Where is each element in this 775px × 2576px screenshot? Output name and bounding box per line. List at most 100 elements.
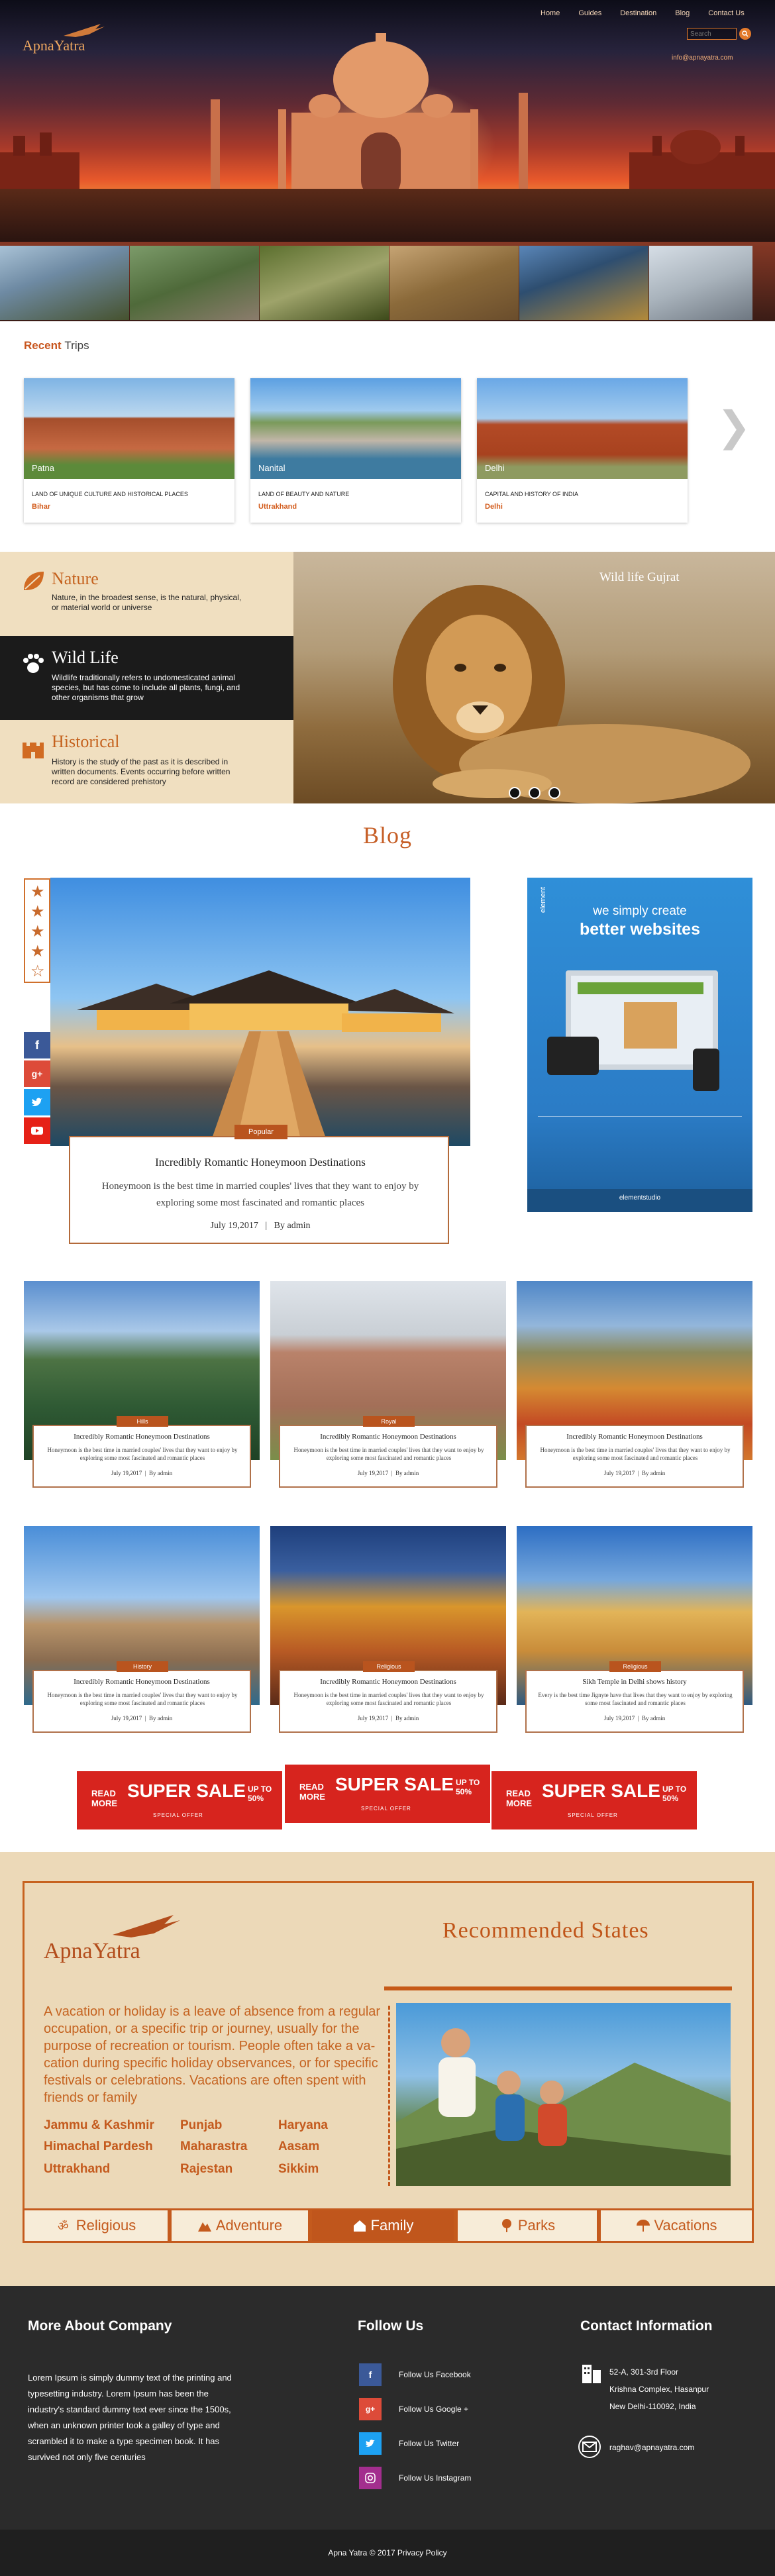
state-link[interactable]: Rajestan [180,2162,232,2177]
header-email[interactable]: info@apnayatra.com [672,54,733,62]
post-excerpt: Honeymoon is the best time in married co… [47,1447,238,1461]
slider-dot-3[interactable] [548,787,560,799]
tab-adventure[interactable]: Adventure [170,2208,310,2243]
nav-home[interactable]: Home [541,9,560,17]
slider-dot-1[interactable] [509,787,521,799]
post-title[interactable]: Incredibly Romantic Honeymoon Destinatio… [34,1433,250,1441]
svg-text:ॐ: ॐ [58,2220,68,2233]
category-body: Nature, in the broadest sense, is the na… [52,593,242,612]
state-link[interactable]: Punjab [180,2118,222,2133]
tab-label: Family [370,2217,414,2234]
youtube-share-icon[interactable] [24,1117,50,1144]
leaf-icon [24,572,44,590]
post-title[interactable]: Incredibly Romantic Honeymoon Destinatio… [70,1156,450,1169]
facebook-icon[interactable]: f [359,2363,382,2386]
post-excerpt: Honeymoon is the best time in married co… [47,1692,238,1706]
nav-destination[interactable]: Destination [620,9,656,17]
featured-post-card[interactable]: Popular Incredibly Romantic Honeymoon De… [69,1125,450,1244]
follow-instagram-link[interactable]: Follow Us Instagram [399,2473,471,2483]
copyright-text[interactable]: Apna Yatra © 2017 Privacy Policy [328,2548,446,2557]
post-tag[interactable]: Hills [117,1416,168,1427]
advertisement-banner[interactable]: element we simply create better websites… [527,878,752,1212]
post-title[interactable]: Incredibly Romantic Honeymoon Destinatio… [527,1433,743,1441]
post-author[interactable]: By admin [274,1221,311,1231]
post-card[interactable]: History Incredibly Romantic Honeymoon De… [32,1661,251,1733]
post-author[interactable]: By admin [149,1470,172,1476]
post-tag[interactable]: Religious [363,1661,415,1672]
state-link[interactable]: Aasam [278,2139,319,2154]
rating-stars[interactable]: ★ ★ ★ ★ ☆ [24,878,50,983]
post-tag[interactable]: Popular [234,1125,287,1139]
post-tag[interactable]: History [117,1661,168,1672]
facebook-share-icon[interactable]: f [24,1032,50,1058]
nav-contact[interactable]: Contact Us [708,9,744,17]
post-author[interactable]: By admin [642,1470,665,1476]
post-author[interactable]: By admin [395,1715,419,1722]
family-photo [396,2003,731,2186]
post-meta-separator: | [265,1221,268,1231]
post-title[interactable]: Incredibly Romantic Honeymoon Destinatio… [280,1678,496,1686]
post-tag[interactable]: Religious [609,1661,661,1672]
castle-icon [23,743,44,758]
category-nature[interactable]: Nature Nature, in the broadest sense, is… [0,552,293,636]
trip-card-patna[interactable]: Patna LAND OF UNIQUE CULTURE AND HISTORI… [24,378,234,523]
search-input[interactable] [687,28,737,40]
sale-title: SUPER SALE [542,1780,660,1801]
trip-state[interactable]: Bihar [32,503,50,511]
tab-vacations[interactable]: Vacations [599,2208,754,2243]
state-link[interactable]: Himachal Pardesh [44,2139,153,2154]
post-excerpt: Honeymoon is the best time in married co… [101,1181,419,1208]
twitter-icon[interactable] [359,2432,382,2455]
instagram-icon[interactable] [359,2467,382,2489]
follow-twitter-link[interactable]: Follow Us Twitter [399,2439,459,2448]
slider-dot-2[interactable] [529,787,541,799]
post-author[interactable]: By admin [642,1715,665,1722]
post-title[interactable]: Incredibly Romantic Honeymoon Destinatio… [280,1433,496,1441]
post-card[interactable]: Hills Incredibly Romantic Honeymoon Dest… [32,1416,251,1488]
post-card[interactable]: Royal Incredibly Romantic Honeymoon Dest… [279,1416,497,1488]
search-button[interactable] [739,28,751,40]
state-link[interactable]: Uttrakhand [44,2162,110,2177]
state-link[interactable]: Sikkim [278,2162,319,2177]
post-card[interactable]: Religious Incredibly Romantic Honeymoon … [279,1661,497,1733]
post-card[interactable]: Religious Sikh Temple in Delhi shows his… [525,1661,744,1733]
state-link[interactable]: Haryana [278,2118,328,2133]
super-sale-banner-1[interactable]: READ MORE SUPER SALE UP TO 50% SPECIAL OFF… [77,1771,282,1829]
state-link[interactable]: Maharastra [180,2139,247,2154]
tab-parks[interactable]: Parks [456,2208,599,2243]
nav-guides[interactable]: Guides [578,9,601,17]
post-title[interactable]: Incredibly Romantic Honeymoon Destinatio… [34,1678,250,1686]
follow-facebook-link[interactable]: Follow Us Facebook [399,2370,471,2379]
post-title[interactable]: Sikh Temple in Delhi shows history [527,1678,743,1686]
ad-text-block [538,1116,742,1162]
category-historical[interactable]: Historical History is the study of the p… [0,720,293,804]
tab-religious[interactable]: ॐ Religious [23,2208,170,2243]
carousel-next-chevron-icon[interactable]: ❯ [717,407,751,448]
follow-google-link[interactable]: Follow Us Google + [399,2404,468,2414]
trip-card-delhi[interactable]: Delhi CAPITAL AND HISTORY OF INDIA Delhi [477,378,688,523]
strip-photo-5 [519,246,648,320]
trip-photo [24,378,234,479]
featured-post-photo[interactable] [50,878,470,1146]
post-author[interactable]: By admin [395,1470,419,1476]
post-author[interactable]: By admin [149,1715,172,1722]
star-outline-icon: ☆ [30,962,45,980]
trip-state[interactable]: Delhi [485,503,503,511]
super-sale-banner-3[interactable]: READ MORE SUPER SALE UP TO 50% SPECIAL OFF… [491,1771,697,1829]
super-sale-banner-2[interactable]: READ MORE SUPER SALE UP TO 50% SPECIAL OFF… [285,1765,490,1823]
google-plus-icon[interactable]: g+ [359,2398,382,2420]
sale-title: SUPER SALE [335,1774,454,1794]
trip-state[interactable]: Uttrakhand [258,503,297,511]
umbrella-icon [636,2220,650,2232]
state-link[interactable]: Jammu & Kashmir [44,2118,154,2133]
google-plus-share-icon[interactable]: g+ [24,1060,50,1087]
post-card[interactable]: Incredibly Romantic Honeymoon Destinatio… [525,1425,744,1488]
trip-card-nanital[interactable]: Nanital LAND OF BEAUTY AND NATURE Uttrak… [250,378,461,523]
contact-email[interactable]: raghav@apnayatra.com [609,2439,694,2456]
category-wildlife[interactable]: Wild Life Wildlife traditionally refers … [0,636,293,720]
tab-family[interactable]: Family [310,2208,456,2243]
post-tag[interactable]: Royal [363,1416,415,1427]
tab-label: Adventure [215,2217,283,2234]
nav-blog[interactable]: Blog [675,9,690,17]
twitter-share-icon[interactable] [24,1089,50,1115]
